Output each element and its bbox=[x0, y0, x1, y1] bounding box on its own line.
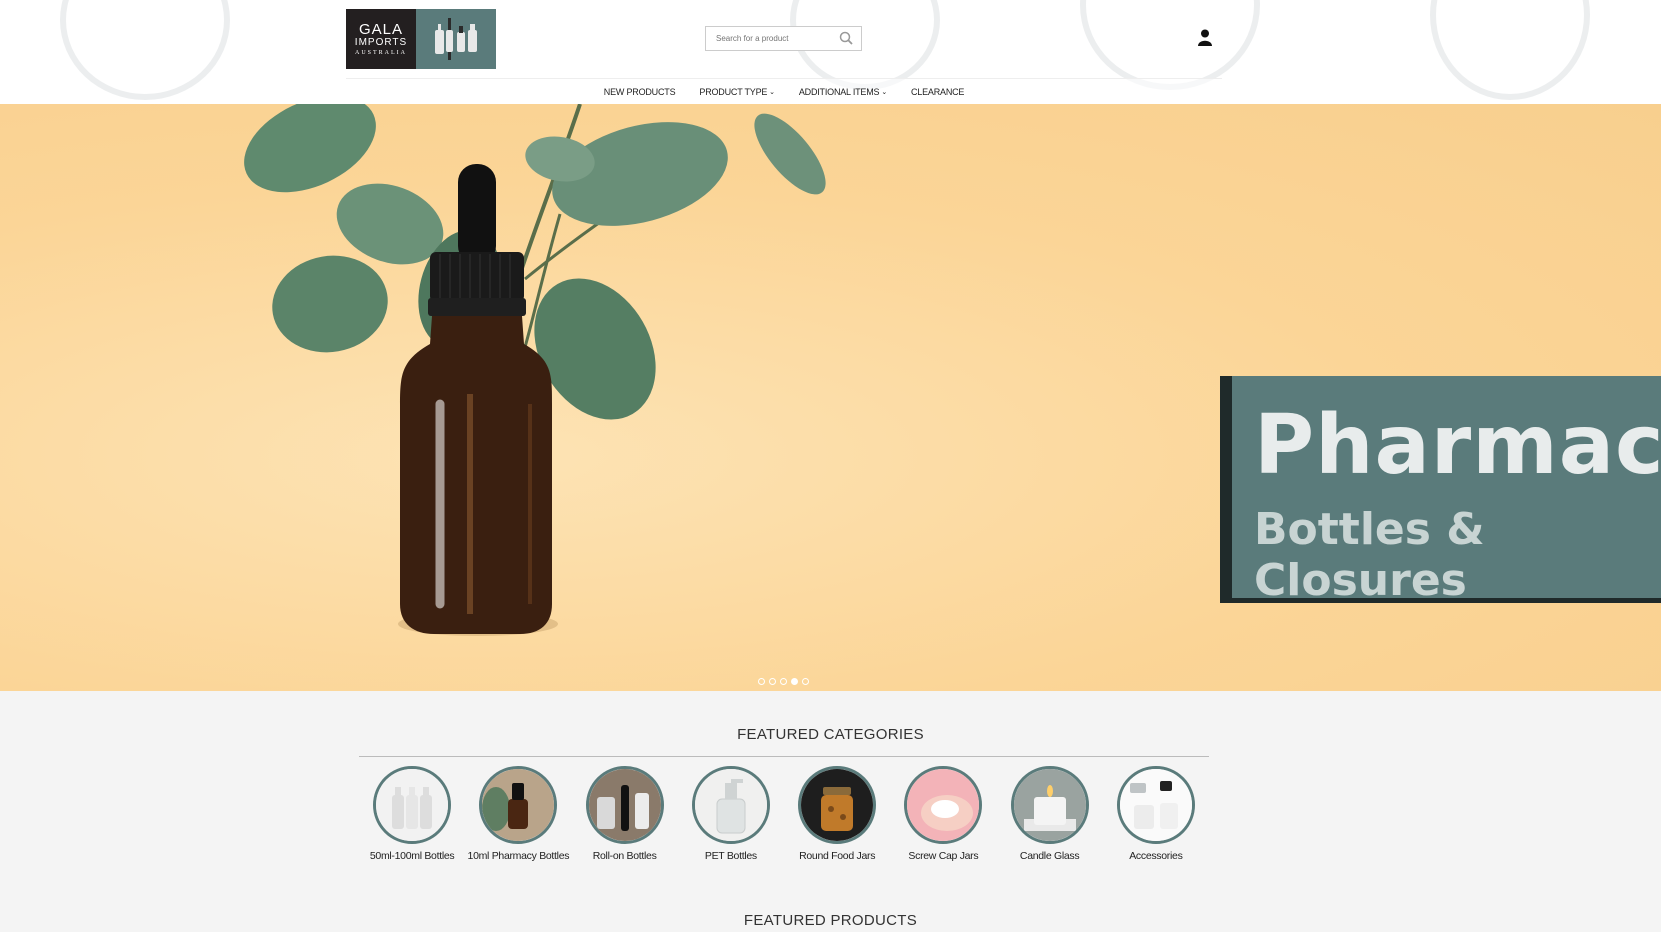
nav-item-label: ADDITIONAL ITEMS bbox=[798, 86, 880, 97]
hero-title: Pharmacy bbox=[1254, 398, 1661, 493]
category-candle-glass[interactable]: Candle Glass bbox=[997, 766, 1103, 863]
carousel-dot-active[interactable] bbox=[791, 678, 798, 685]
category-image bbox=[373, 766, 452, 844]
logo-line-2: IMPORTS bbox=[354, 37, 408, 48]
category-label: Round Food Jars bbox=[799, 850, 876, 862]
hero-carousel[interactable]: Pharmacy Bottles & Closures bbox=[0, 104, 1661, 691]
featured-categories-list: 50ml-100ml Bottles 10ml Pharmacy Bottles… bbox=[359, 766, 1209, 863]
category-label: Candle Glass bbox=[1019, 850, 1080, 862]
category-10ml-pharmacy-bottles[interactable]: 10ml Pharmacy Bottles bbox=[465, 766, 571, 863]
carousel-dot[interactable] bbox=[780, 678, 787, 685]
header-background-glass bbox=[60, 0, 230, 100]
section-divider bbox=[359, 756, 1209, 757]
search-box bbox=[705, 26, 862, 51]
hero-banner: Pharmacy Bottles & Closures bbox=[1220, 376, 1661, 606]
site-header: GALA IMPORTS AUSTRALIA NEW bbox=[0, 0, 1661, 104]
logo-line-3: AUSTRALIA bbox=[355, 50, 407, 56]
nav-item-clearance[interactable]: CLEARANCE bbox=[911, 87, 964, 97]
featured-categories-title: FEATURED CATEGORIES bbox=[737, 726, 924, 743]
chevron-down-icon: ⌄ bbox=[881, 88, 887, 96]
carousel-dot[interactable] bbox=[802, 678, 809, 685]
category-image bbox=[904, 766, 983, 844]
category-image bbox=[691, 766, 770, 844]
site-logo[interactable]: GALA IMPORTS AUSTRALIA bbox=[346, 9, 496, 69]
user-account-icon[interactable] bbox=[1198, 29, 1212, 51]
nav-item-new-products[interactable]: NEW PRODUCTS bbox=[604, 87, 676, 97]
logo-wordmark: GALA IMPORTS AUSTRALIA bbox=[346, 9, 416, 69]
header-background-glass bbox=[1430, 0, 1590, 100]
search-icon[interactable] bbox=[839, 31, 853, 50]
category-image bbox=[1116, 766, 1195, 844]
category-image bbox=[1010, 766, 1089, 844]
carousel-dot[interactable] bbox=[758, 678, 765, 685]
category-50ml-100ml-bottles[interactable]: 50ml-100ml Bottles bbox=[359, 766, 465, 863]
search-input[interactable] bbox=[706, 27, 831, 50]
carousel-dots bbox=[758, 678, 809, 685]
category-label: Roll-on Bottles bbox=[592, 850, 657, 862]
main-nav: NEW PRODUCTS PRODUCT TYPE ⌄ ADDITIONAL IT… bbox=[346, 78, 1222, 104]
hero-banner-panel: Pharmacy Bottles & Closures bbox=[1232, 376, 1661, 606]
category-label: Screw Cap Jars bbox=[908, 850, 979, 862]
category-screw-cap-jars[interactable]: Screw Cap Jars bbox=[890, 766, 996, 863]
logo-line-1: GALA bbox=[358, 21, 404, 38]
category-round-food-jars[interactable]: Round Food Jars bbox=[784, 766, 890, 863]
chevron-down-icon: ⌄ bbox=[769, 88, 775, 96]
category-accessories[interactable]: Accessories bbox=[1103, 766, 1209, 863]
category-label: Accessories bbox=[1129, 850, 1183, 862]
category-label: 10ml Pharmacy Bottles bbox=[467, 850, 570, 862]
logo-bottles-icon bbox=[416, 9, 496, 69]
carousel-dot[interactable] bbox=[769, 678, 776, 685]
hero-subtitle: Bottles & Closures bbox=[1254, 504, 1485, 606]
category-label: PET Bottles bbox=[704, 850, 757, 862]
category-roll-on-bottles[interactable]: Roll-on Bottles bbox=[572, 766, 678, 863]
category-image bbox=[585, 766, 664, 844]
nav-item-label: CLEARANCE bbox=[911, 86, 965, 97]
category-image bbox=[798, 766, 877, 844]
nav-item-product-type[interactable]: PRODUCT TYPE ⌄ bbox=[699, 86, 775, 97]
category-image bbox=[479, 766, 558, 844]
featured-products-title: FEATURED PRODUCTS bbox=[743, 912, 918, 929]
category-label: 50ml-100ml Bottles bbox=[369, 850, 455, 862]
category-pet-bottles[interactable]: PET Bottles bbox=[678, 766, 784, 863]
header-background-glass bbox=[1080, 0, 1260, 90]
nav-item-label: PRODUCT TYPE bbox=[699, 86, 768, 97]
nav-item-additional-items[interactable]: ADDITIONAL ITEMS ⌄ bbox=[799, 87, 887, 97]
nav-item-label: NEW PRODUCTS bbox=[603, 86, 676, 97]
